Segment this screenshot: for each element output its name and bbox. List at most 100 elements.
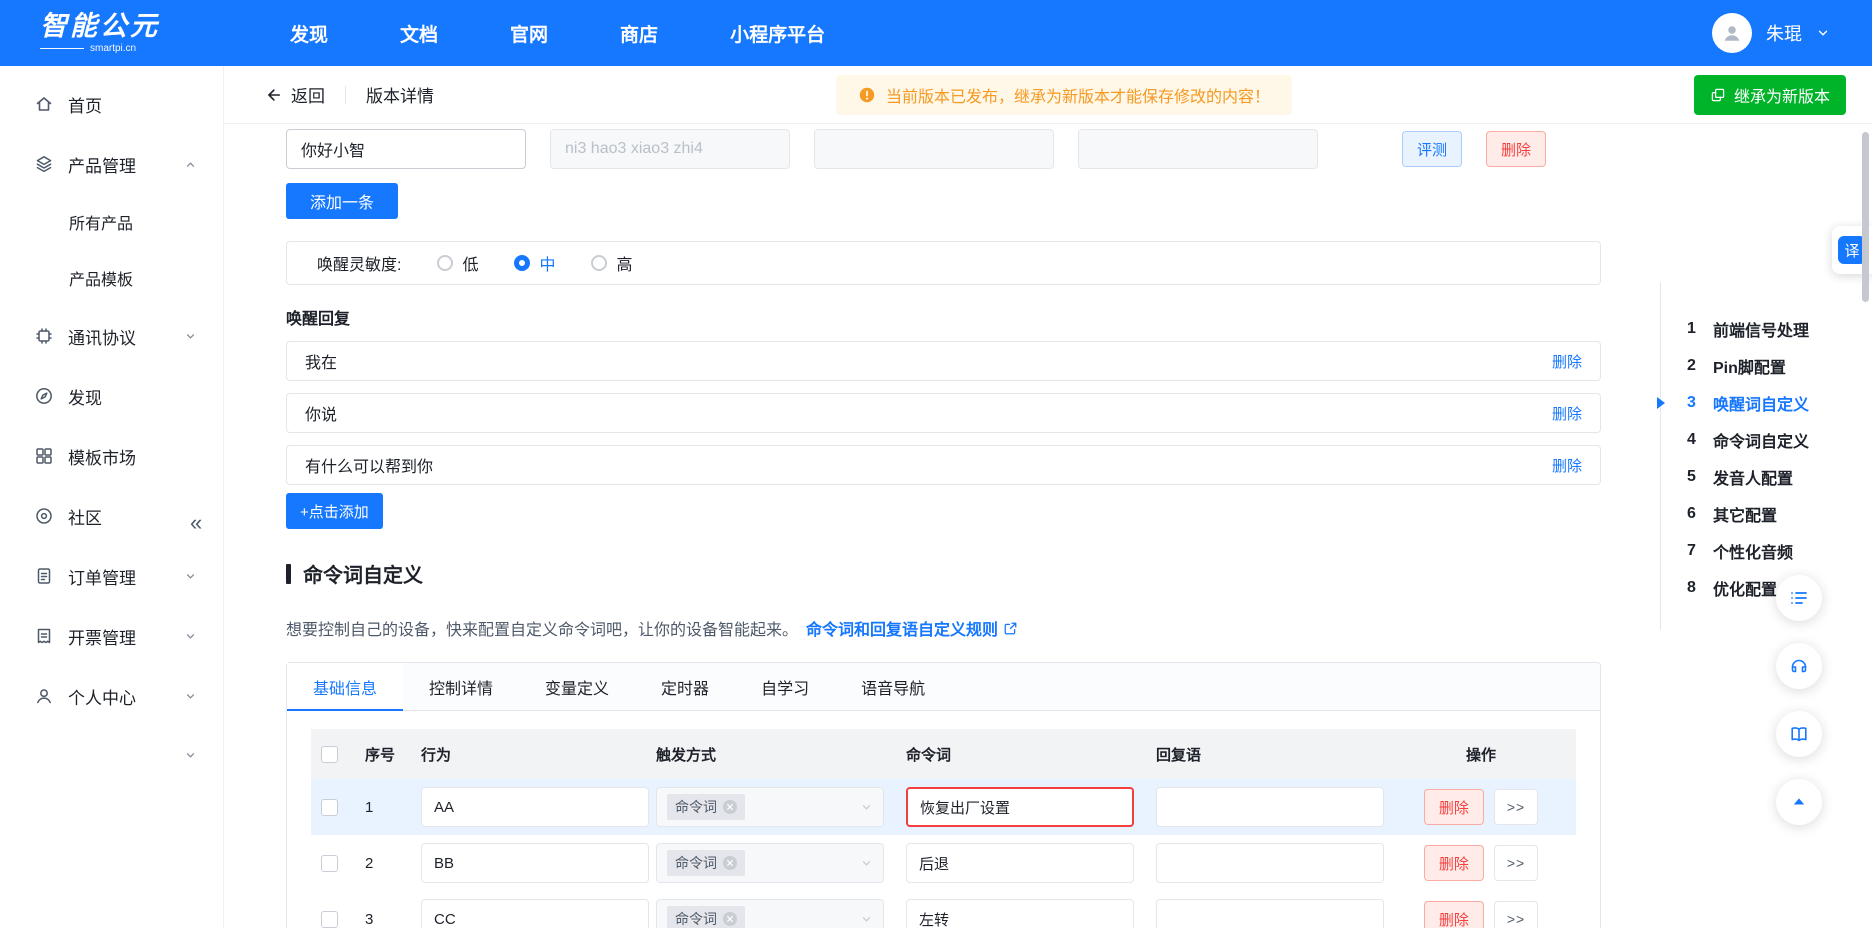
command-word-input[interactable] — [906, 787, 1134, 827]
sidebar-item-template-market[interactable]: 模板市场 — [0, 426, 223, 486]
reply-phrase-input[interactable] — [1156, 787, 1384, 827]
add-wake-word-button[interactable]: 添加一条 — [286, 183, 398, 219]
warning-text: 当前版本已发布，继承为新版本才能保存修改的内容！ — [886, 83, 1270, 107]
tab-self-learning[interactable]: 自学习 — [735, 663, 835, 710]
select-all-checkbox[interactable] — [321, 746, 338, 763]
row-index: 2 — [355, 835, 411, 891]
support-button[interactable] — [1776, 643, 1822, 689]
sidebar-item-product-templates[interactable]: 产品模板 — [0, 250, 223, 306]
radio-icon — [437, 255, 453, 271]
anchor-item-pin-config[interactable]: 2Pin脚配置 — [1687, 347, 1868, 384]
tab-voice-navigation[interactable]: 语音导航 — [835, 663, 951, 710]
back-to-top-button[interactable] — [1776, 779, 1822, 825]
anchor-item-other-config[interactable]: 6其它配置 — [1687, 495, 1868, 532]
tag-close-icon[interactable] — [723, 800, 737, 814]
section-bar — [286, 564, 291, 584]
back-arrow-icon — [264, 86, 282, 104]
navbar-menu: 发现 文档 官网 商店 小程序平台 — [290, 20, 825, 47]
docs-button[interactable] — [1776, 711, 1822, 757]
tab-basic-info[interactable]: 基础信息 — [287, 663, 403, 710]
delete-reply-link[interactable]: 删除 — [1552, 403, 1582, 424]
anchor-item-command-word[interactable]: 4命令词自定义 — [1687, 421, 1868, 458]
wake-pinyin-input[interactable] — [550, 129, 790, 169]
logo[interactable]: 智能公元 smartpi.cn — [0, 12, 224, 55]
sidebar-item-all-products[interactable]: 所有产品 — [0, 194, 223, 250]
anchor-item-personalized-audio[interactable]: 7个性化音频 — [1687, 532, 1868, 569]
reply-phrase-input[interactable] — [1156, 843, 1384, 883]
navbar-user-area: 朱琨 — [1712, 13, 1872, 53]
sidebar-item-home[interactable]: 首页 — [0, 74, 223, 134]
sensitivity-radio-low[interactable]: 低 — [437, 251, 478, 275]
sensitivity-label: 唤醒灵敏度: — [317, 251, 401, 275]
delete-row-button[interactable]: 删除 — [1424, 901, 1484, 928]
sidebar-item-personal-center[interactable]: 个人中心 — [0, 666, 223, 726]
logo-text: 智能公元 — [40, 12, 224, 42]
sidebar-collapse-button[interactable]: « — [190, 512, 202, 534]
wake-sensitivity-box: 唤醒灵敏度: 低 中 高 — [286, 241, 1601, 285]
behavior-input[interactable] — [421, 843, 649, 883]
anchor-item-speaker-config[interactable]: 5发音人配置 — [1687, 458, 1868, 495]
row-checkbox[interactable] — [321, 799, 338, 816]
reply-phrase-input[interactable] — [1156, 899, 1384, 928]
delete-row-button[interactable]: 删除 — [1424, 845, 1484, 881]
sidebar-item-communication-protocol[interactable]: 通讯协议 — [0, 306, 223, 366]
sidebar-item-collapsed[interactable] — [0, 726, 223, 784]
anchor-item-wake-word[interactable]: 3唤醒词自定义 — [1687, 384, 1868, 421]
scrollbar[interactable] — [1862, 132, 1869, 302]
command-word-input[interactable] — [906, 843, 1134, 883]
nav-item-docs[interactable]: 文档 — [400, 20, 438, 47]
trigger-select[interactable]: 命令词 — [656, 899, 884, 928]
delete-reply-link[interactable]: 删除 — [1552, 455, 1582, 476]
rules-link[interactable]: 命令词和回复语自定义规则 — [806, 616, 1018, 640]
sidebar-item-label: 产品管理 — [68, 152, 136, 177]
tab-variable-definition[interactable]: 变量定义 — [519, 663, 635, 710]
delete-row-button[interactable]: 删除 — [1424, 789, 1484, 825]
nav-item-official-site[interactable]: 官网 — [510, 20, 548, 47]
delete-wake-word-button[interactable]: 删除 — [1486, 131, 1546, 167]
click-to-add-button[interactable]: +点击添加 — [286, 493, 383, 529]
delete-reply-link[interactable]: 删除 — [1552, 351, 1582, 372]
avatar[interactable] — [1712, 13, 1752, 53]
sensitivity-radio-medium[interactable]: 中 — [514, 251, 555, 275]
back-button[interactable]: 返回 — [264, 82, 325, 107]
sensitivity-radio-high[interactable]: 高 — [591, 251, 632, 275]
expand-row-button[interactable]: >> — [1494, 789, 1538, 825]
tag-close-icon[interactable] — [723, 856, 737, 870]
outline-button[interactable] — [1776, 575, 1822, 621]
row-checkbox[interactable] — [321, 911, 338, 928]
expand-row-button[interactable]: >> — [1494, 845, 1538, 881]
nav-item-store[interactable]: 商店 — [620, 20, 658, 47]
anchor-item-signal-processing[interactable]: 1前端信号处理 — [1687, 310, 1868, 347]
trigger-select[interactable]: 命令词 — [656, 843, 884, 883]
wake-extra-input-2[interactable] — [1078, 129, 1318, 169]
username[interactable]: 朱琨 — [1766, 20, 1802, 46]
sidebar-item-invoice-management[interactable]: 开票管理 — [0, 606, 223, 666]
sidebar-item-discover[interactable]: 发现 — [0, 366, 223, 426]
inherit-version-button[interactable]: 继承为新版本 — [1694, 75, 1846, 115]
expand-row-button[interactable]: >> — [1494, 901, 1538, 928]
sidebar-item-order-management[interactable]: 订单管理 — [0, 546, 223, 606]
tab-control-detail[interactable]: 控制详情 — [403, 663, 519, 710]
nav-item-miniprogram[interactable]: 小程序平台 — [730, 20, 825, 47]
sidebar-item-label: 个人中心 — [68, 684, 136, 709]
sidebar-item-label: 订单管理 — [68, 564, 136, 589]
chevron-down-icon[interactable] — [1816, 26, 1830, 40]
wake-extra-input-1[interactable] — [814, 129, 1054, 169]
wake-word-input[interactable] — [286, 129, 526, 169]
outline-list-icon — [1789, 588, 1809, 608]
command-word-input[interactable] — [906, 899, 1134, 928]
trigger-select[interactable]: 命令词 — [656, 787, 884, 827]
evaluate-button[interactable]: 评测 — [1402, 131, 1462, 167]
column-header: 行为 — [411, 729, 646, 779]
nav-item-discover[interactable]: 发现 — [290, 20, 328, 47]
behavior-input[interactable] — [421, 899, 649, 928]
floating-buttons — [1776, 575, 1822, 825]
warning-icon — [858, 86, 876, 104]
tab-timer[interactable]: 定时器 — [635, 663, 735, 710]
sidebar-item-product-management[interactable]: 产品管理 — [0, 134, 223, 194]
row-checkbox[interactable] — [321, 855, 338, 872]
column-header: 命令词 — [896, 729, 1146, 779]
tag-close-icon[interactable] — [723, 912, 737, 926]
behavior-input[interactable] — [421, 787, 649, 827]
trigger-tag: 命令词 — [667, 906, 745, 928]
